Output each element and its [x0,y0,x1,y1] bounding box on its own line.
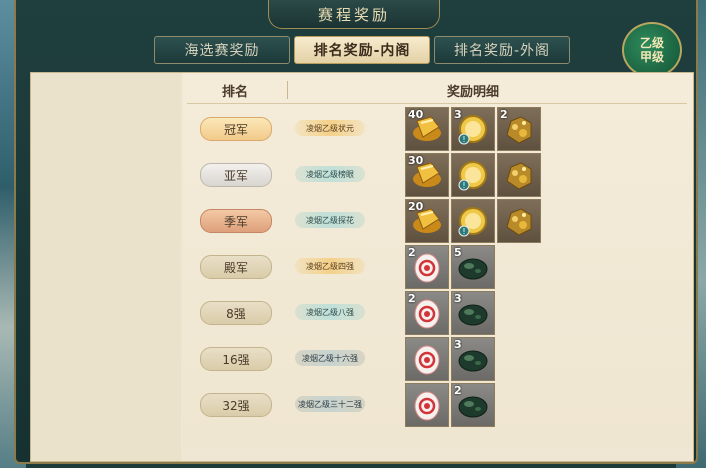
reward-row: 亚军 凌烟乙级榜眼 30! [183,153,693,197]
reward-items: 30! [405,153,541,197]
header-divider [287,81,288,99]
grade-switch-button[interactable]: 乙级 甲级 [622,22,682,78]
reward-item-slot[interactable]: 2 [405,245,449,289]
item-quantity: 2 [408,246,416,259]
reward-item-slot[interactable]: 40 [405,107,449,151]
reward-item-slot[interactable] [405,337,449,381]
svg-text:!: ! [462,181,465,190]
reward-row: 16强 凌烟乙级十六强 3 [183,337,693,381]
rank-column-header: 排名 [221,84,248,100]
title-badge[interactable]: 凌烟乙级四强 [295,258,365,274]
rank-label: 32强 [200,393,272,417]
reward-panel: 排名 奖励明细 冠军 凌烟乙级状元 40! 3 2 亚军 凌烟乙级榜眼 30! 季军 凌烟乙级探花… [30,72,694,462]
rank-label: 殿军 [200,255,272,279]
reward-item-slot[interactable]: ! [451,153,495,197]
reward-row: 冠军 凌烟乙级状元 40! 3 2 [183,107,693,151]
reward-items: 40! 3 2 [405,107,541,151]
item-quantity: 2 [454,384,462,397]
item-quantity: 30 [408,154,424,167]
reward-table: 排名 奖励明细 冠军 凌烟乙级状元 40! 3 2 亚军 凌烟乙级榜眼 30! 季军 凌烟乙级探花… [183,73,693,449]
reward-items: 2 [405,383,495,427]
reward-item-slot[interactable]: 20 [405,199,449,243]
title-badge[interactable]: 凌烟乙级十六强 [295,350,365,366]
grade-next-label: 甲级 [639,50,664,64]
reward-item-slot[interactable]: ! 3 [451,107,495,151]
title-plate: 赛程奖励 [268,0,440,29]
title-badge[interactable]: 凌烟乙级探花 [295,212,365,228]
rank-label: 亚军 [200,163,272,187]
tab-ranking-rewards-inner[interactable]: 排名奖励-内阁 [294,36,430,64]
item-quantity: 2 [408,292,416,305]
reward-items: 23 [405,291,495,335]
reward-item-slot[interactable]: 2 [405,291,449,335]
item-quantity: 3 [454,292,462,305]
reward-item-slot[interactable]: 30 [405,153,449,197]
window-title: 赛程奖励 [317,5,390,24]
title-badge[interactable]: 凌烟乙级状元 [295,120,365,136]
reward-items: 3 [405,337,495,381]
rank-label: 冠军 [200,117,272,141]
reward-item-slot[interactable]: 2 [497,107,541,151]
reward-row: 季军 凌烟乙级探花 20! [183,199,693,243]
title-badge[interactable]: 凌烟乙级榜眼 [295,166,365,182]
rank-label: 8强 [200,301,272,325]
rank-label: 季军 [200,209,272,233]
reward-item-slot[interactable]: ! [451,199,495,243]
item-quantity: 2 [500,108,508,121]
left-decor-strip [31,73,181,461]
rank-label: 16强 [200,347,272,371]
item-quantity: 3 [454,338,462,351]
reward-item-slot[interactable] [405,383,449,427]
reward-column-header: 奖励明细 [446,84,499,100]
tab-ranking-rewards-outer[interactable]: 排名奖励-外阁 [434,36,570,64]
reward-item-slot[interactable] [497,153,541,197]
item-quantity: 20 [408,200,424,213]
title-badge[interactable]: 凌烟乙级三十二强 [295,396,365,412]
reward-item-slot[interactable] [497,199,541,243]
reward-item-slot[interactable]: 3 [451,337,495,381]
tab-audition-rewards[interactable]: 海选赛奖励 [154,36,290,64]
item-quantity: 40 [408,108,424,121]
reward-item-slot[interactable]: 3 [451,291,495,335]
reward-items: 20! [405,199,541,243]
tab-bar: 海选赛奖励 排名奖励-内阁 排名奖励-外阁 [154,36,570,64]
header-separator [187,103,687,104]
svg-text:!: ! [462,135,465,144]
grade-current-label: 乙级 [639,36,664,50]
reward-row: 32强 凌烟乙级三十二强 2 [183,383,693,427]
item-quantity: 3 [454,108,462,121]
svg-text:!: ! [462,227,465,236]
reward-items: 25 [405,245,495,289]
title-badge[interactable]: 凌烟乙级八强 [295,304,365,320]
reward-row: 8强 凌烟乙级八强 2 3 [183,291,693,335]
item-quantity: 5 [454,246,462,259]
reward-item-slot[interactable]: 5 [451,245,495,289]
reward-row: 殿军 凌烟乙级四强 2 5 [183,245,693,289]
reward-item-slot[interactable]: 2 [451,383,495,427]
